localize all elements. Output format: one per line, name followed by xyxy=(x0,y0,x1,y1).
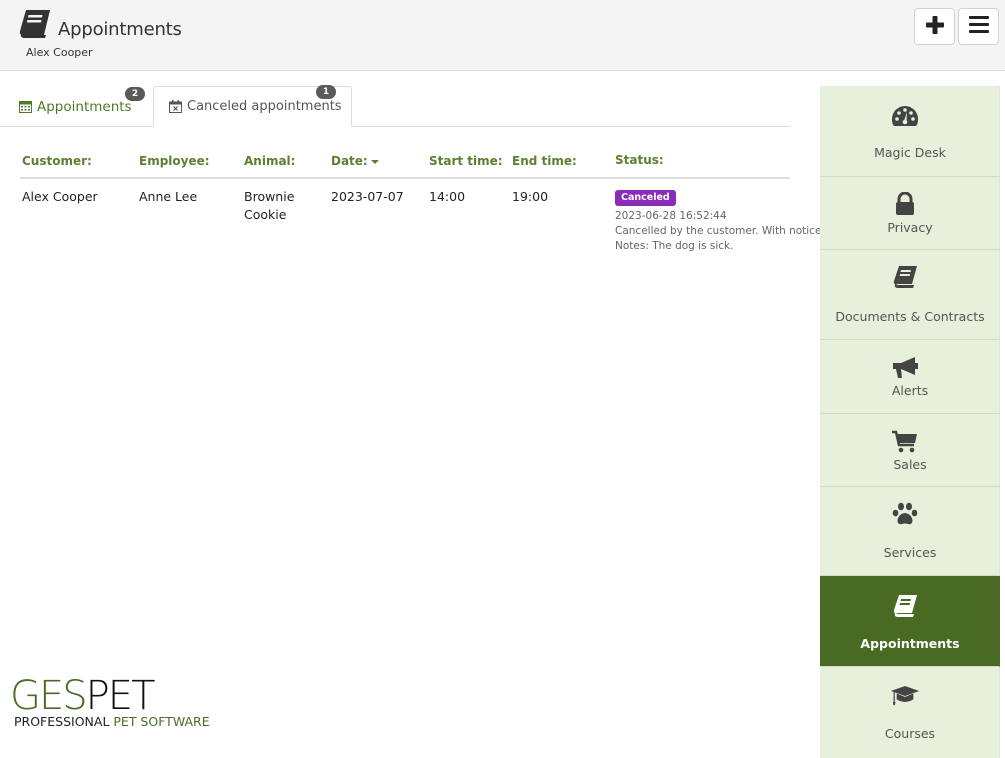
tab-count-badge: 1 xyxy=(316,85,336,99)
cell-customer: Alex Cooper xyxy=(22,189,98,204)
calendar-icon xyxy=(19,100,32,113)
tab-label: Canceled appointments xyxy=(187,99,342,114)
sidebar-item-alerts[interactable]: Alerts xyxy=(820,340,1000,414)
sidebar-item-label: Sales xyxy=(893,457,927,472)
cell-start-time: 14:00 xyxy=(429,189,466,204)
tab-appointments[interactable]: Appointments 2 xyxy=(19,86,149,127)
sidebar-item-appointments[interactable]: Appointments xyxy=(820,576,1000,667)
gespet-logo: GESPET PROFESSIONAL PET SOFTWARE xyxy=(10,676,210,729)
status-reason: Cancelled by the customer. With notice xyxy=(615,225,822,237)
hamburger-menu-icon xyxy=(968,16,989,37)
sidebar-item-label: Alerts xyxy=(891,383,929,398)
menu-button[interactable] xyxy=(958,8,999,45)
cell-end-time: 19:00 xyxy=(512,189,549,204)
sidebar-item-label: Appointments xyxy=(860,636,960,651)
shopping-cart-icon xyxy=(890,429,920,455)
page-title: Appointments xyxy=(58,19,182,40)
logo-tagline-part1: PROFESSIONAL xyxy=(14,714,114,729)
sidebar-item-label: Services xyxy=(883,545,937,560)
column-header-status[interactable]: Status: xyxy=(615,153,664,167)
status-badge: Canceled xyxy=(615,190,676,206)
column-header-end-time[interactable]: End time: xyxy=(512,154,577,168)
cell-employee: Anne Lee xyxy=(139,189,198,204)
table-header-row: Customer: Employee: Animal: Date: Start … xyxy=(20,146,790,179)
sidebar-item-services[interactable]: Services xyxy=(820,487,1000,576)
column-header-animal[interactable]: Animal: xyxy=(244,154,295,168)
page-subtitle: Alex Cooper xyxy=(26,46,93,59)
column-header-date[interactable]: Date: xyxy=(331,154,379,168)
tab-canceled-appointments[interactable]: Canceled appointments 1 xyxy=(153,85,352,127)
megaphone-icon xyxy=(890,355,920,381)
book-icon xyxy=(890,593,920,619)
status-timestamp: 2023-06-28 16:52:44 xyxy=(615,210,727,222)
logo-wordmark: GESPET xyxy=(10,676,210,716)
paw-icon xyxy=(890,501,920,527)
status-notes: Notes: The dog is sick. xyxy=(615,240,734,252)
sidebar-item-privacy[interactable]: Privacy xyxy=(820,177,1000,250)
sidebar-item-courses[interactable]: Courses xyxy=(820,667,1000,758)
sort-desc-icon xyxy=(370,159,379,164)
tab-bar: Appointments 2 Canceled appointments 1 xyxy=(0,78,790,127)
sidebar-item-label: Documents & Contracts xyxy=(835,309,985,324)
book-icon xyxy=(17,8,53,40)
cell-animal-2: Cookie xyxy=(244,207,287,222)
column-header-date-label: Date: xyxy=(331,154,368,168)
book-icon xyxy=(890,264,920,290)
sidebar-item-magic-desk[interactable]: Magic Desk xyxy=(820,86,1000,177)
logo-tagline: PROFESSIONAL PET SOFTWARE xyxy=(14,714,210,729)
logo-tagline-part2: PET SOFTWARE xyxy=(113,714,210,729)
add-button[interactable] xyxy=(914,8,955,45)
column-header-employee[interactable]: Employee: xyxy=(139,154,210,168)
cell-date: 2023-07-07 xyxy=(331,189,404,204)
sidebar-item-documents-contracts[interactable]: Documents & Contracts xyxy=(820,250,1000,340)
plus-icon xyxy=(925,15,944,38)
graduation-cap-icon xyxy=(890,683,920,709)
dashboard-gauge-icon xyxy=(890,103,920,129)
column-header-start-time[interactable]: Start time: xyxy=(429,154,503,168)
tab-label: Appointments xyxy=(37,98,132,115)
lock-icon xyxy=(890,191,920,217)
tab-count-badge: 2 xyxy=(125,87,145,101)
page-header: Appointments Alex Cooper xyxy=(0,0,1005,71)
column-header-customer[interactable]: Customer: xyxy=(22,154,92,168)
logo-part-ges: GES xyxy=(10,673,88,719)
calendar-times-icon xyxy=(169,100,182,113)
sidebar-item-sales[interactable]: Sales xyxy=(820,414,1000,487)
sidebar-item-label: Courses xyxy=(884,726,936,741)
sidebar-item-label: Magic Desk xyxy=(874,145,946,160)
sidebar-item-label: Privacy xyxy=(887,220,933,235)
cell-animal-1: Brownie xyxy=(244,189,295,204)
logo-part-pet: PET xyxy=(85,673,156,719)
sidebar-nav: Magic Desk Privacy Documents & Contracts xyxy=(820,86,1000,758)
